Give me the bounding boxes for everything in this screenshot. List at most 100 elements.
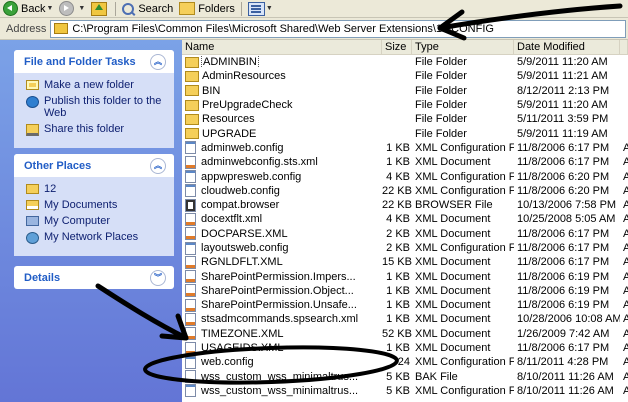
- share-folder-link[interactable]: Share this folder: [26, 123, 166, 136]
- file-row[interactable]: DOCPARSE.XML 2 KB XML Document 11/8/2006 6:…: [182, 227, 628, 241]
- publish-folder-link[interactable]: Publish this folder to the Web: [26, 95, 166, 119]
- expand-chevron-icon[interactable]: ︾: [150, 269, 166, 286]
- place-link-my-documents[interactable]: My Documents: [26, 199, 166, 211]
- file-row[interactable]: wss_custom_wss_minimaltrus... 5 KB BAK Fil…: [182, 370, 628, 384]
- config-file-icon: [185, 184, 196, 198]
- file-type: XML Configuration File: [415, 242, 514, 254]
- up-folder-icon: [91, 1, 108, 16]
- task-pane: File and Folder Tasks ︽ Make a new folde…: [0, 40, 182, 402]
- forward-dropdown-icon[interactable]: ▼: [78, 5, 85, 12]
- file-name: DOCPARSE.XML: [201, 227, 288, 240]
- column-header-attributes[interactable]: [620, 40, 628, 54]
- file-name: Resources: [202, 113, 255, 126]
- file-row[interactable]: ADMINBIN File Folder 5/9/2011 11:20 AM: [182, 55, 628, 69]
- publish-web-icon: [26, 96, 39, 108]
- column-header-name[interactable]: Name: [182, 40, 382, 54]
- file-row[interactable]: web.config 24 XML Configuration File8/11/2…: [182, 355, 628, 369]
- file-row[interactable]: cloudweb.config 22 KBXML Configuration Fi…: [182, 184, 628, 198]
- back-button[interactable]: Back ▼: [0, 0, 56, 17]
- file-name-cell: appwpresweb.config: [182, 170, 382, 184]
- folder-file-icon: [185, 56, 199, 68]
- file-name-cell: layoutsweb.config: [182, 241, 382, 255]
- config-file-icon: [185, 241, 196, 255]
- file-size: 5 KB: [386, 384, 410, 397]
- column-header-date-modified[interactable]: Date Modified: [514, 40, 620, 54]
- file-date-modified: 5/9/2011 11:19 AM: [517, 127, 608, 140]
- file-attributes: A: [623, 327, 628, 340]
- search-button[interactable]: Search: [119, 0, 176, 17]
- file-name: docextflt.xml: [201, 213, 263, 226]
- file-name-cell: ADMINBIN: [182, 56, 382, 69]
- file-row[interactable]: layoutsweb.config 2 KB XML Configuration F…: [182, 241, 628, 255]
- column-header-type[interactable]: Type: [412, 40, 514, 54]
- place-link-my-network-places[interactable]: My Network Places: [26, 231, 166, 244]
- file-name-cell: SharePointPermission.Unsafe...: [182, 298, 382, 312]
- file-row[interactable]: wss_custom_wss_minimaltrus... 5 KB XML Con…: [182, 384, 628, 398]
- address-label: Address: [6, 22, 47, 35]
- place-link-my-computer[interactable]: My Computer: [26, 215, 166, 227]
- file-date-modified: 11/8/2006 6:19 PM: [517, 299, 610, 312]
- file-type: XML Document: [415, 313, 491, 326]
- file-row[interactable]: BIN File Folder 8/12/2011 2:13 PM: [182, 84, 628, 98]
- other-places-header[interactable]: Other Places ︽: [14, 154, 174, 177]
- file-folder-tasks-header[interactable]: File and Folder Tasks ︽: [14, 50, 174, 73]
- collapse-chevron-icon[interactable]: ︽: [150, 157, 166, 174]
- file-row[interactable]: RGNLDFLT.XML 15 KB XML Document 11/8/2006 6…: [182, 255, 628, 269]
- file-date-modified: 11/8/2006 6:17 PM: [517, 342, 610, 355]
- column-header-size[interactable]: Size: [382, 40, 412, 54]
- file-row[interactable]: AdminResources File Folder 5/9/2011 11:21 …: [182, 69, 628, 83]
- file-row[interactable]: adminweb.config 1 KB XML Configuration Fil…: [182, 141, 628, 155]
- file-row[interactable]: TIMEZONE.XML 52 KB XML Document 1/26/2009 7…: [182, 327, 628, 341]
- back-dropdown-icon[interactable]: ▼: [46, 5, 53, 12]
- file-type: XML Document: [415, 270, 491, 283]
- folders-button[interactable]: Folders: [176, 0, 238, 17]
- file-name: RGNLDFLT.XML: [201, 256, 283, 269]
- forward-button[interactable]: ▼: [56, 0, 88, 17]
- file-name-cell: RGNLDFLT.XML: [182, 255, 382, 269]
- file-attributes: A: [623, 170, 628, 183]
- views-button[interactable]: ▼: [245, 0, 276, 17]
- file-name: layoutsweb.config: [201, 242, 289, 254]
- file-type: XML Document: [415, 156, 491, 169]
- file-name: TIMEZONE.XML: [201, 327, 284, 340]
- details-header[interactable]: Details ︾: [14, 266, 174, 289]
- collapse-chevron-icon[interactable]: ︽: [150, 53, 166, 70]
- file-attributes: A: [623, 256, 628, 269]
- file-row[interactable]: USAGEIDS.XML 1 KB XML Document 11/8/2006 6:…: [182, 341, 628, 355]
- file-row[interactable]: stsadmcommands.spsearch.xml 1 KB XML Docum…: [182, 312, 628, 326]
- make-new-folder-link[interactable]: Make a new folder: [26, 79, 166, 91]
- file-type: XML Configuration File: [415, 356, 514, 369]
- file-date-modified: 10/25/2008 5:05 AM: [517, 213, 616, 226]
- address-input[interactable]: C:\Program Files\Common Files\Microsoft …: [50, 19, 626, 38]
- folder-file-icon: [185, 85, 199, 97]
- file-row[interactable]: PreUpgradeCheck File Folder 5/9/2011 11:20…: [182, 98, 628, 112]
- file-name-cell: adminweb.config: [182, 141, 382, 155]
- file-type: File Folder: [415, 99, 467, 112]
- file-type: File Folder: [415, 70, 467, 83]
- file-row[interactable]: SharePointPermission.Unsafe... 1 KB XML Do…: [182, 298, 628, 312]
- file-row[interactable]: Resources File Folder 5/11/2011 3:59 PM: [182, 112, 628, 126]
- file-row[interactable]: adminwebconfig.sts.xml 1 KB XML Document 11…: [182, 155, 628, 169]
- file-type: File Folder: [415, 56, 467, 69]
- file-row[interactable]: compat.browser 22 KB BROWSER File 10/13/200…: [182, 198, 628, 212]
- file-size: 15 KB: [382, 256, 412, 269]
- views-dropdown-icon[interactable]: ▼: [266, 5, 273, 12]
- file-row[interactable]: SharePointPermission.Object... 1 KB XML Do…: [182, 284, 628, 298]
- place-link-12[interactable]: 12: [26, 183, 166, 195]
- file-row[interactable]: UPGRADE File Folder 5/9/2011 11:19 AM: [182, 126, 628, 140]
- file-row[interactable]: appwpresweb.config 4 KB XML Configuration …: [182, 169, 628, 184]
- file-size: 1 KB: [386, 284, 410, 297]
- file-name-cell: BIN: [182, 85, 382, 97]
- task-label: Publish this folder to the Web: [44, 95, 162, 119]
- file-type: File Folder: [415, 84, 467, 97]
- config-file-icon: [185, 170, 196, 184]
- file-name: cloudweb.config: [201, 184, 280, 197]
- file-size: 52 KB: [382, 327, 412, 340]
- place-label: 12: [44, 183, 57, 195]
- file-row[interactable]: docextflt.xml 4 KB XML Document 10/25/2008 …: [182, 212, 628, 226]
- file-size: 1 KB: [386, 313, 410, 326]
- xml-file-icon: [185, 341, 196, 355]
- up-folder-button[interactable]: [88, 0, 112, 17]
- file-row[interactable]: SharePointPermission.Impers... 1 KB XML Do…: [182, 269, 628, 284]
- file-attributes: A: [623, 199, 628, 212]
